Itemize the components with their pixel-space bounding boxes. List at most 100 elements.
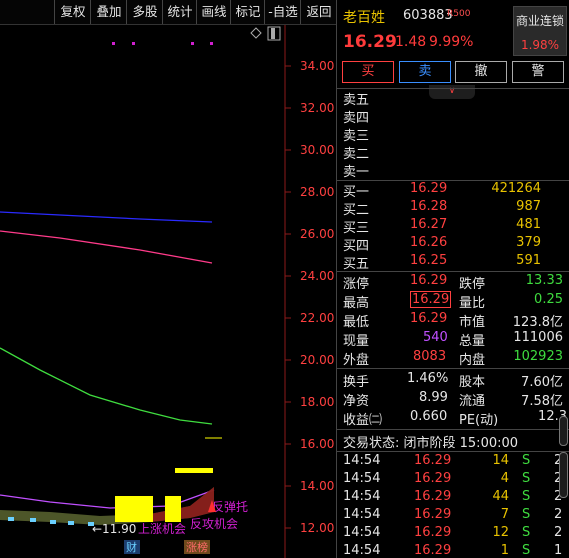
price-tick-label: 30.00 <box>300 143 334 157</box>
ask-label: 卖二 <box>343 147 370 162</box>
bid-label: 买四 <box>343 239 370 254</box>
total-volume-value: 111006 <box>513 330 563 345</box>
bid-row[interactable]: 买一 16.29 421264 <box>337 181 569 200</box>
limit-up-value: 16.29 <box>410 273 448 288</box>
price-tick-label: 34.00 <box>300 59 334 73</box>
tick-row: 14:54 16.29 44 S 2 <box>337 489 569 507</box>
price-tick-label: 32.00 <box>300 101 334 115</box>
total-volume-label: 总量 <box>459 334 486 349</box>
price-tick-label: 16.00 <box>300 437 334 451</box>
industry-box[interactable]: 商业连锁 1.98% <box>513 6 567 56</box>
low-price-label: ←11.90 <box>92 522 136 536</box>
tick-volume: 4 <box>500 471 509 486</box>
stat-row: 涨停 16.29 跌停 13.33 <box>337 273 569 292</box>
finance-badge-label: 财 <box>126 540 137 554</box>
bid-label: 买一 <box>343 185 370 200</box>
turnover-value: 1.46% <box>407 371 449 386</box>
inner-volume-label: 内盘 <box>459 353 486 368</box>
tick-row: 14:54 16.29 1 S 1 <box>337 543 569 558</box>
signal-label-rise-chance: 上涨机会 <box>138 521 186 536</box>
price-tick-label: 18.00 <box>300 395 334 409</box>
signal-marker <box>132 42 135 45</box>
buy-button[interactable]: 买 <box>342 61 394 83</box>
ma-line-pink <box>0 230 213 264</box>
cancel-order-button[interactable]: 撤 <box>455 61 507 83</box>
volume-ratio-value: 0.25 <box>534 292 563 307</box>
bid-row[interactable]: 买三 16.27 481 <box>337 217 569 236</box>
stat-row: 换手 1.46% 股本 7.60亿 <box>337 371 569 390</box>
limit-up-label: 涨停 <box>343 277 370 292</box>
diamond-icon[interactable] <box>250 27 262 39</box>
high-label: 最高 <box>343 296 370 311</box>
ma-line-purple <box>0 489 215 509</box>
bid-volume: 481 <box>516 217 541 232</box>
toolbar-remove-watchlist-button[interactable]: -自选 <box>264 0 301 24</box>
signal-label-counter: 反攻机会 <box>190 517 238 531</box>
bid-price: 16.27 <box>410 217 448 232</box>
ask-row[interactable]: 卖二 <box>337 143 569 162</box>
tick-side: S <box>522 471 531 486</box>
ask-row[interactable]: 卖三 <box>337 125 569 144</box>
limit-list-badge-label: 涨榜 <box>186 540 208 554</box>
tick-side: S <box>522 453 531 468</box>
divider <box>337 368 569 369</box>
ask-row[interactable]: 卖一 <box>337 161 569 180</box>
tick-side: S <box>522 507 531 522</box>
bid-volume: 379 <box>516 235 541 250</box>
ask-label: 卖四 <box>343 111 370 126</box>
bid-label: 买二 <box>343 203 370 218</box>
tick-list-scrollbar[interactable] <box>559 452 568 498</box>
candle <box>50 520 56 524</box>
divider <box>337 429 569 430</box>
bid-row[interactable]: 买四 16.26 379 <box>337 235 569 254</box>
volume-ratio-label: 量比 <box>459 296 486 311</box>
price-change: 1.48 <box>395 34 427 50</box>
status-scrollbar[interactable] <box>559 416 568 446</box>
inner-volume-value: 102923 <box>513 349 563 364</box>
stat-row: 最高 16.29 量比 0.25 <box>337 291 569 311</box>
bid-volume: 987 <box>516 199 541 214</box>
toolbar-statistics-button[interactable]: 统计 <box>162 0 197 24</box>
bid-price: 16.28 <box>410 199 448 214</box>
market-cap-value: 123.8亿 <box>512 315 563 330</box>
tick-row: 14:54 16.29 12 S 2 <box>337 525 569 543</box>
toolbar-back-button[interactable]: 返回 <box>300 0 337 24</box>
net-asset-label: 净资 <box>343 394 370 409</box>
toolbar-mark-button[interactable]: 标记 <box>230 0 265 24</box>
current-price: 16.29 <box>343 32 397 52</box>
bid-row[interactable]: 买二 16.28 987 <box>337 199 569 218</box>
trade-status-text: 交易状态: 闭市阶段 15:00:00 <box>343 436 519 451</box>
ask-row[interactable]: 卖五 <box>337 89 569 108</box>
tick-row: 14:54 16.29 7 S 2 <box>337 507 569 525</box>
tick-list[interactable]: 14:54 16.29 14 S 2 14:54 16.29 4 S 2 14:… <box>337 452 569 558</box>
low-label: 最低 <box>343 315 370 330</box>
price-change-pct: 9.99% <box>429 34 474 50</box>
turnover-label: 换手 <box>343 375 370 390</box>
kline-chart[interactable]: 34.00 32.00 30.00 28.00 26.00 24.00 22.0… <box>0 25 336 558</box>
sell-button[interactable]: 卖 <box>399 61 451 83</box>
toolbar-multi-stock-button[interactable]: 多股 <box>126 0 163 24</box>
eps-label: 收益㈡ <box>343 413 383 428</box>
tick-price: 16.29 <box>414 453 452 468</box>
tick-volume: 1 <box>500 543 509 558</box>
toolbar-overlay-button[interactable]: 叠加 <box>90 0 127 24</box>
bid-label: 买三 <box>343 221 370 236</box>
bid-label: 买五 <box>343 257 370 272</box>
yellow-candle <box>165 496 181 522</box>
ma-line-blue <box>0 211 213 223</box>
stat-row: 现量 540 总量 111006 <box>337 330 569 349</box>
toolbar-draw-line-button[interactable]: 画线 <box>196 0 231 24</box>
stat-row: 净资 8.99 流通 7.58亿 <box>337 390 569 409</box>
ask-label: 卖五 <box>343 93 370 108</box>
stock-name[interactable]: 老百姓 <box>343 7 385 27</box>
industry-name: 商业连锁 <box>515 14 564 28</box>
alert-button[interactable]: 警 <box>512 61 564 83</box>
ask-label: 卖三 <box>343 129 370 144</box>
bid-row[interactable]: 买五 16.25 591 <box>337 253 569 272</box>
float-shares-label: 流通 <box>459 394 486 409</box>
tick-count: 1 <box>554 543 563 558</box>
tick-row: 14:54 16.29 14 S 2 <box>337 453 569 471</box>
tick-side: S <box>522 543 531 558</box>
ask-row[interactable]: 卖四 <box>337 107 569 126</box>
toolbar-restore-rights-button[interactable]: 复权 <box>54 0 91 24</box>
